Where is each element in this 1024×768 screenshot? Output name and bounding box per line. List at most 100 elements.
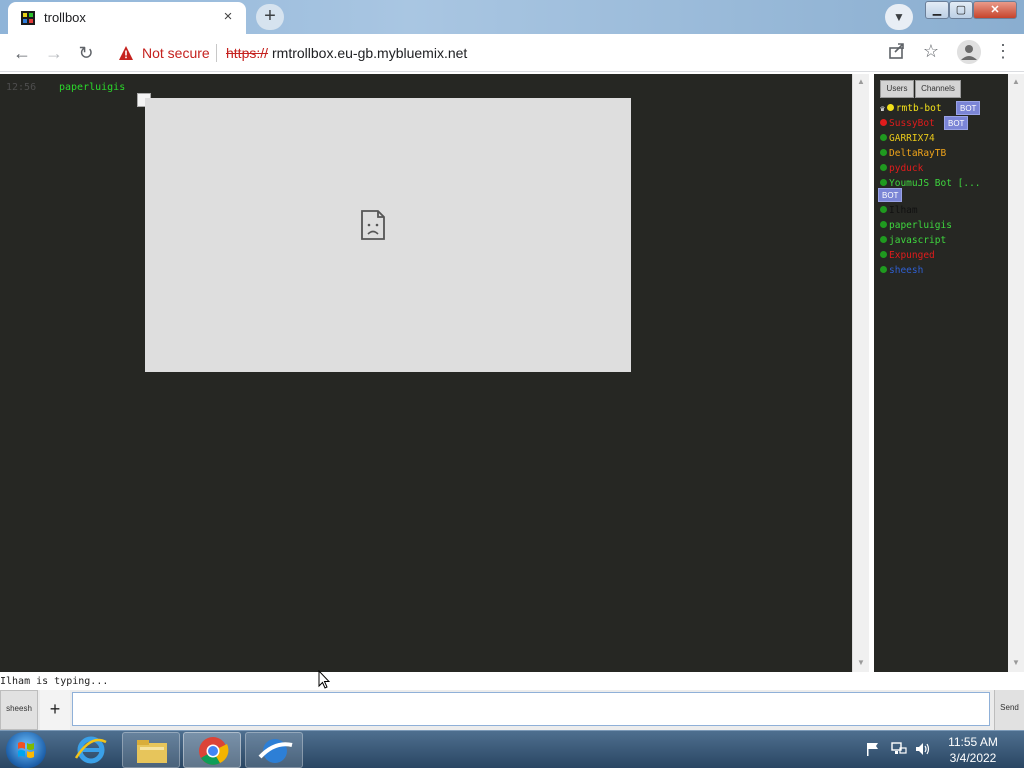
browser-tab-strip: trollbox × + ▼ ▁ ▢ ✕: [0, 0, 1024, 34]
user-name: GARRIX74: [889, 133, 935, 144]
status-dot-icon: [880, 179, 887, 186]
action-center-flag-icon[interactable]: [866, 742, 880, 756]
embedded-image-placeholder[interactable]: [145, 98, 631, 372]
sad-page-icon: [361, 210, 385, 240]
typing-status: Ilham is typing...: [0, 672, 852, 690]
user-name: YoumuJS Bot [...: [889, 178, 981, 189]
volume-icon[interactable]: [914, 741, 930, 757]
address-bar[interactable]: Not secure https:// rmtrollbox.eu-gb.myb…: [108, 38, 954, 68]
user-list-panel: Users Channels ♛ rmtb-bot SussyBot GARRIX74…: [874, 74, 1008, 672]
window-maximize-button[interactable]: ▢: [949, 1, 973, 19]
back-arrow-icon[interactable]: ←: [8, 39, 36, 67]
status-dot-icon: [880, 164, 887, 171]
share-icon[interactable]: [886, 40, 908, 62]
browser-tab[interactable]: trollbox ×: [8, 2, 246, 34]
tab-search-chevron-icon[interactable]: ▼: [885, 4, 913, 30]
user-list-item[interactable]: sheesh: [880, 265, 923, 277]
status-dot-icon: [880, 134, 887, 141]
bot-badge: BOT: [878, 188, 903, 202]
user-name: javascript: [889, 235, 947, 246]
user-name: paperluigis: [889, 220, 952, 231]
globe-swoosh-icon: [258, 739, 293, 763]
message-compose-bar: sheesh + Send: [0, 690, 1024, 730]
chrome-taskbar-button[interactable]: [183, 732, 241, 768]
tab-channels[interactable]: Channels: [915, 80, 961, 98]
network-icon[interactable]: [891, 741, 907, 757]
internet-explorer-taskbar-button[interactable]: [62, 732, 120, 768]
user-list-item[interactable]: paperluigis: [880, 220, 952, 232]
tab-users[interactable]: Users: [880, 80, 914, 98]
trollbox-favicon-icon: [21, 11, 35, 25]
new-tab-button[interactable]: +: [256, 4, 284, 30]
bookmark-star-icon[interactable]: ☆: [920, 41, 942, 62]
user-list-scrollbar[interactable]: ▲ ▼: [1008, 74, 1024, 672]
status-dot-icon: [880, 266, 887, 273]
windows-taskbar: 11:55 AM 3/4/2022: [0, 730, 1024, 768]
start-menu-button[interactable]: [6, 732, 46, 768]
app-taskbar-button[interactable]: [245, 732, 303, 768]
user-list-item[interactable]: SussyBot: [880, 118, 935, 130]
user-list-item[interactable]: DeltaRayTB: [880, 148, 946, 160]
close-tab-icon[interactable]: ×: [218, 7, 238, 27]
user-list-item[interactable]: GARRIX74: [880, 133, 935, 145]
status-dot-icon: [880, 221, 887, 228]
user-name: rmtb-bot: [895, 103, 942, 114]
scroll-up-icon[interactable]: ▲: [1012, 77, 1020, 86]
browser-menu-icon[interactable]: ⋮: [994, 40, 1012, 64]
bot-badge: BOT: [944, 116, 969, 130]
profile-avatar-icon[interactable]: [957, 40, 981, 64]
url-host: rmtrollbox.eu-gb.mybluemix.net: [272, 45, 468, 61]
message-input[interactable]: [72, 692, 990, 726]
reload-icon[interactable]: ↻: [72, 39, 100, 67]
status-dot-icon: [880, 236, 887, 243]
status-dot-icon: [880, 119, 887, 126]
chrome-icon: [199, 737, 229, 765]
user-name: SussyBot: [889, 118, 935, 129]
window-minimize-button[interactable]: ▁: [925, 1, 949, 19]
forward-arrow-icon[interactable]: →: [40, 39, 68, 67]
user-list-item[interactable]: Expunged: [880, 250, 935, 262]
user-list-item[interactable]: javascript: [880, 235, 946, 247]
desktop-screen: trollbox × + ▼ ▁ ▢ ✕ ← → ↻ Not secure ht…: [0, 0, 1024, 768]
address-bar-divider: [216, 44, 217, 62]
user-name: sheesh: [889, 265, 924, 276]
window-close-button[interactable]: ✕: [973, 1, 1017, 19]
browser-toolbar: ← → ↻ Not secure https:// rmtrollbox.eu-…: [0, 34, 1024, 72]
windows-logo-icon: [18, 742, 34, 758]
internet-explorer-icon: [74, 736, 107, 764]
user-name: Expunged: [889, 250, 935, 261]
user-list-item[interactable]: pyduck: [880, 163, 923, 175]
send-button[interactable]: Send: [994, 690, 1024, 730]
not-secure-label[interactable]: Not secure: [142, 45, 210, 61]
scroll-up-icon[interactable]: ▲: [857, 77, 865, 86]
user-name: Ilham: [889, 205, 918, 216]
clock-time[interactable]: 11:55 AM: [940, 735, 1006, 749]
crown-icon: ♛: [880, 104, 885, 113]
message-author[interactable]: paperluigis: [59, 82, 125, 93]
user-list-item[interactable]: Ilham: [880, 205, 918, 217]
trollbox-page: 12:56 paperluigis ▲ ▼ Users Channels ♛ rm…: [0, 72, 1024, 730]
chat-scrollbar[interactable]: ▲ ▼: [852, 74, 869, 672]
mouse-cursor-icon: [318, 670, 330, 689]
nickname-button[interactable]: sheesh: [0, 690, 38, 730]
user-list-item[interactable]: ♛ rmtb-bot: [880, 103, 942, 115]
warning-icon: [119, 46, 133, 60]
scroll-down-icon[interactable]: ▼: [1012, 658, 1020, 667]
bot-badge: BOT: [956, 101, 981, 115]
status-dot-icon: [880, 251, 887, 258]
scroll-down-icon[interactable]: ▼: [857, 658, 865, 667]
clock-date[interactable]: 3/4/2022: [940, 751, 1006, 765]
file-explorer-taskbar-button[interactable]: [122, 732, 180, 768]
folder-icon: [137, 740, 167, 763]
add-attachment-button[interactable]: +: [40, 690, 70, 730]
user-name: DeltaRayTB: [889, 148, 947, 159]
tab-title: trollbox: [44, 10, 86, 25]
status-dot-icon: [880, 206, 887, 213]
status-dot-icon: [886, 104, 894, 111]
status-dot-icon: [880, 149, 887, 156]
chat-messages-panel: 12:56 paperluigis: [0, 74, 852, 672]
user-name: pyduck: [889, 163, 924, 174]
message-timestamp: 12:56: [6, 82, 37, 93]
url-scheme: https://: [226, 45, 269, 61]
typing-indicator: Ilham is typing...: [0, 676, 109, 687]
